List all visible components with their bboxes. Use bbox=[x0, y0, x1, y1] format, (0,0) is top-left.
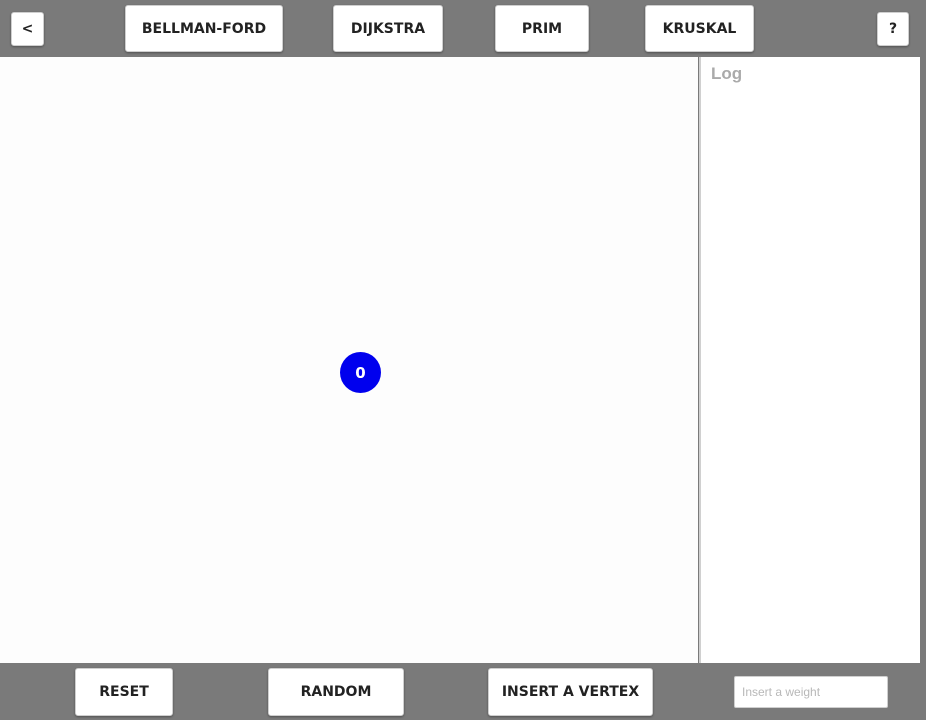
kruskal-button[interactable]: KRUSKAL bbox=[645, 5, 754, 52]
graph-vertex[interactable]: 0 bbox=[340, 352, 381, 393]
prim-button[interactable]: PRIM bbox=[495, 5, 589, 52]
insert-vertex-button[interactable]: INSERT A VERTEX bbox=[488, 668, 653, 716]
bellman-ford-button[interactable]: BELLMAN-FORD bbox=[125, 5, 283, 52]
log-title: Log bbox=[711, 64, 743, 83]
back-button[interactable]: < bbox=[11, 12, 44, 46]
random-button[interactable]: RANDOM bbox=[268, 668, 404, 716]
reset-button[interactable]: RESET bbox=[75, 668, 173, 716]
dijkstra-button[interactable]: DIJKSTRA bbox=[333, 5, 443, 52]
bottom-toolbar: RESET RANDOM INSERT A VERTEX bbox=[0, 663, 926, 720]
graph-canvas[interactable]: 0 bbox=[0, 57, 698, 663]
graph-algorithms-app: < BELLMAN-FORD DIJKSTRA PRIM KRUSKAL ? 0… bbox=[0, 0, 926, 720]
log-panel: Log bbox=[699, 57, 920, 663]
top-toolbar: < BELLMAN-FORD DIJKSTRA PRIM KRUSKAL ? bbox=[0, 0, 926, 57]
weight-input[interactable] bbox=[734, 676, 888, 708]
help-button[interactable]: ? bbox=[877, 12, 909, 46]
